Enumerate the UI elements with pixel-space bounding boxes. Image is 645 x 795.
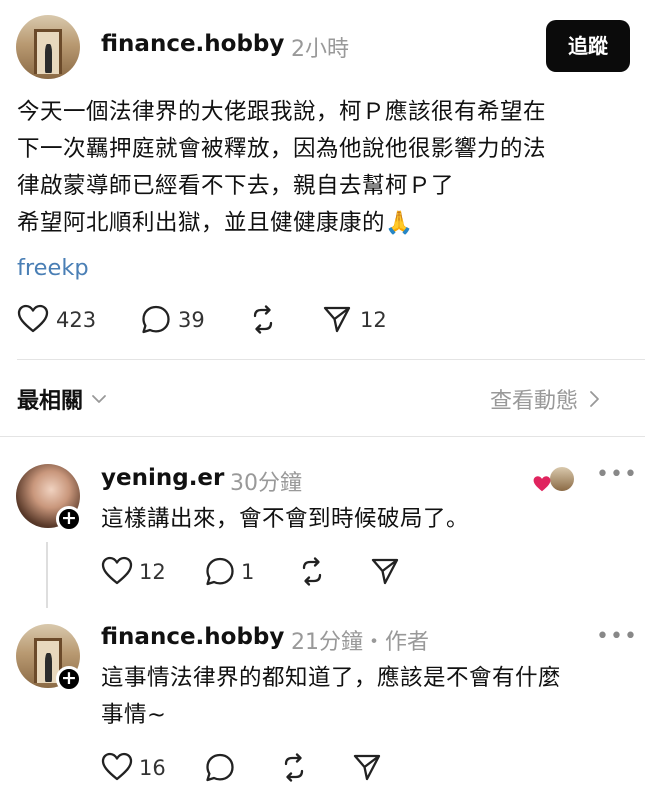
post-author-username[interactable]: finance.hobby: [101, 31, 284, 57]
post-body: 今天一個法律界的大佬跟我說，柯Ｐ應該很有希望在 下一次羈押庭就會被釋放，因為他說…: [17, 94, 637, 242]
comment-bubble-icon[interactable]: [140, 304, 172, 335]
reply-author-username[interactable]: yening.er: [101, 465, 224, 491]
thread-line: [46, 542, 48, 608]
reply-line: 事情~: [101, 702, 167, 728]
more-options-icon[interactable]: •••: [596, 462, 638, 487]
share-count: 12: [360, 308, 387, 332]
reply-timestamp: 30分鐘: [230, 471, 302, 496]
sort-label: 最相關: [17, 389, 84, 414]
follow-plus-icon[interactable]: +: [56, 666, 82, 692]
reply-line: 這事情法律界的都知道了，應該是不會有什麼: [101, 665, 562, 691]
post-line: 下一次羈押庭就會被釋放，因為他說他很影響力的法: [17, 136, 547, 162]
like-heart-icon[interactable]: [17, 304, 49, 334]
post-timestamp: 2小時: [291, 37, 349, 62]
repost-icon[interactable]: [296, 556, 328, 587]
share-send-icon[interactable]: [322, 304, 352, 334]
chevron-down-icon: [91, 393, 107, 405]
comment-bubble-icon[interactable]: [204, 752, 236, 783]
divider: [0, 436, 645, 437]
view-activity-link[interactable]: 查看動態: [490, 383, 600, 415]
comment-count: 1: [241, 560, 255, 584]
divider: [17, 359, 645, 360]
profile-thumb-icon: [548, 465, 576, 493]
like-count: 12: [139, 560, 166, 584]
more-options-icon[interactable]: •••: [596, 624, 638, 649]
reply-text: 這樣講出來，會不會到時候破局了。: [101, 506, 470, 532]
follow-button[interactable]: 追蹤: [546, 20, 630, 72]
view-activity-label: 查看動態: [490, 389, 579, 414]
reply-timestamp: 21分鐘・作者: [291, 630, 429, 655]
follow-plus-icon[interactable]: +: [56, 506, 82, 532]
repost-icon[interactable]: [278, 752, 310, 783]
repost-icon[interactable]: [247, 304, 279, 335]
comment-count: 39: [178, 308, 205, 332]
liked-by-author-badge: [532, 463, 578, 497]
post-line: 希望阿北順利出獄，並且健健康康的🙏: [17, 210, 414, 236]
like-heart-icon[interactable]: [101, 556, 133, 586]
post-topic-tag[interactable]: freekp: [17, 255, 89, 281]
share-send-icon[interactable]: [370, 556, 400, 586]
reply-text: 這事情法律界的都知道了，應該是不會有什麼 事情~: [101, 660, 631, 734]
comment-bubble-icon[interactable]: [204, 556, 236, 587]
chevron-right-icon: [588, 390, 600, 408]
sort-dropdown[interactable]: 最相關: [17, 383, 107, 415]
like-heart-icon[interactable]: [101, 752, 133, 782]
share-send-icon[interactable]: [352, 752, 382, 782]
like-count: 16: [139, 756, 166, 780]
post-line: 律啟蒙導師已經看不下去，親自去幫柯Ｐ了: [17, 173, 455, 199]
heart-filled-icon: [533, 476, 551, 492]
post-author-avatar[interactable]: [16, 15, 80, 79]
reply-author-username[interactable]: finance.hobby: [101, 624, 284, 650]
like-count: 423: [56, 308, 97, 332]
post-line: 今天一個法律界的大佬跟我說，柯Ｐ應該很有希望在: [17, 99, 547, 125]
